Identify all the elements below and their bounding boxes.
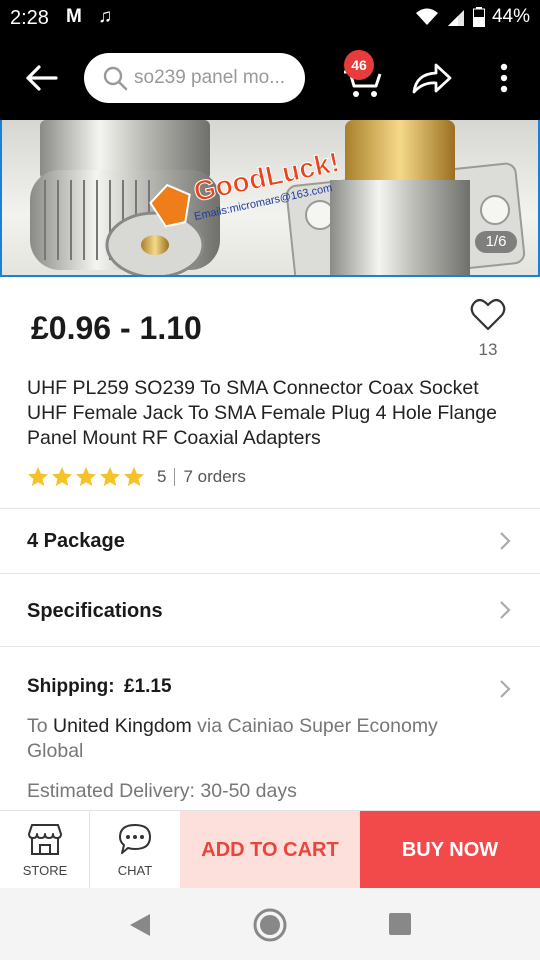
specifications-label: Specifications xyxy=(27,600,163,622)
product-price: £0.96 - 1.10 xyxy=(31,310,202,346)
divider xyxy=(0,508,540,509)
system-nav-bar xyxy=(0,888,540,960)
store-label: STORE xyxy=(22,863,68,878)
star-icon xyxy=(52,467,72,486)
product-title: UHF PL259 SO239 To SMA Connector Coax So… xyxy=(27,377,497,449)
share-icon[interactable] xyxy=(410,60,454,96)
status-right: 44% xyxy=(415,6,530,28)
star-rating xyxy=(27,466,145,488)
divider xyxy=(0,573,540,574)
bottom-action-bar: STORE CHAT ADD TO CART BUY NOW xyxy=(0,810,540,889)
destination-country: United Kingdom xyxy=(53,715,192,737)
store-button[interactable]: STORE xyxy=(0,811,90,889)
wishlist-count: 13 xyxy=(478,340,498,359)
chat-icon xyxy=(119,824,151,854)
nav-home-icon[interactable] xyxy=(253,908,287,942)
battery-percent: 44% xyxy=(491,6,530,27)
shipping-label: Shipping: xyxy=(27,676,115,697)
heart-icon[interactable] xyxy=(470,298,506,332)
shipping-to-prefix: To xyxy=(27,715,54,737)
chat-label: CHAT xyxy=(117,863,153,878)
battery-icon xyxy=(472,7,485,27)
chevron-right-icon xyxy=(500,532,511,550)
shipping-price: £1.15 xyxy=(124,676,172,697)
more-vert-icon[interactable] xyxy=(494,60,514,96)
wifi-icon xyxy=(415,8,438,25)
add-to-cart-button[interactable]: ADD TO CART xyxy=(180,811,360,889)
nav-back-icon[interactable] xyxy=(128,912,152,938)
star-icon xyxy=(124,467,144,486)
orders-count: 7 orders xyxy=(183,467,246,486)
cell-signal-icon xyxy=(447,10,464,26)
estimated-delivery: Estimated Delivery: 30-50 days xyxy=(27,780,297,802)
divider xyxy=(0,646,540,647)
buy-now-button[interactable]: BUY NOW xyxy=(360,811,540,889)
status-bar: 2:28 M ♫ 44% xyxy=(0,0,540,36)
nav-recent-icon[interactable] xyxy=(388,912,412,936)
search-icon xyxy=(103,66,128,91)
store-icon xyxy=(28,824,62,855)
gmail-notification-icon: M xyxy=(66,6,82,27)
status-time: 2:28 xyxy=(10,7,49,29)
star-icon xyxy=(100,467,120,486)
chevron-right-icon xyxy=(500,680,511,698)
search-input[interactable]: so239 panel mo... xyxy=(84,53,305,103)
package-label: 4 Package xyxy=(27,530,125,552)
product-photo: GoodLuck! Emails:micromars@163.com xyxy=(30,120,526,277)
rating-value: 5 xyxy=(157,467,167,486)
cart-count-badge: 46 xyxy=(344,50,374,80)
product-image-gallery[interactable]: GoodLuck! Emails:micromars@163.com xyxy=(0,120,540,277)
shipping-destination: To United Kingdom via Cainiao Super Econ… xyxy=(27,714,497,764)
top-app-bar: so239 panel mo... 46 xyxy=(0,36,540,120)
star-icon xyxy=(76,467,96,486)
image-counter: 1/6 xyxy=(475,231,517,253)
chat-button[interactable]: CHAT xyxy=(90,811,180,889)
music-notification-icon: ♫ xyxy=(98,6,113,27)
chevron-right-icon xyxy=(500,601,511,619)
back-arrow-icon[interactable] xyxy=(20,58,64,98)
rating-summary[interactable]: 5 7 orders xyxy=(27,466,246,488)
search-placeholder: so239 panel mo... xyxy=(134,67,286,88)
product-detail-screen: 2:28 M ♫ 44% so239 panel mo... 46 GoodLu… xyxy=(0,0,540,960)
star-icon xyxy=(28,467,48,486)
rating-separator xyxy=(174,468,176,486)
